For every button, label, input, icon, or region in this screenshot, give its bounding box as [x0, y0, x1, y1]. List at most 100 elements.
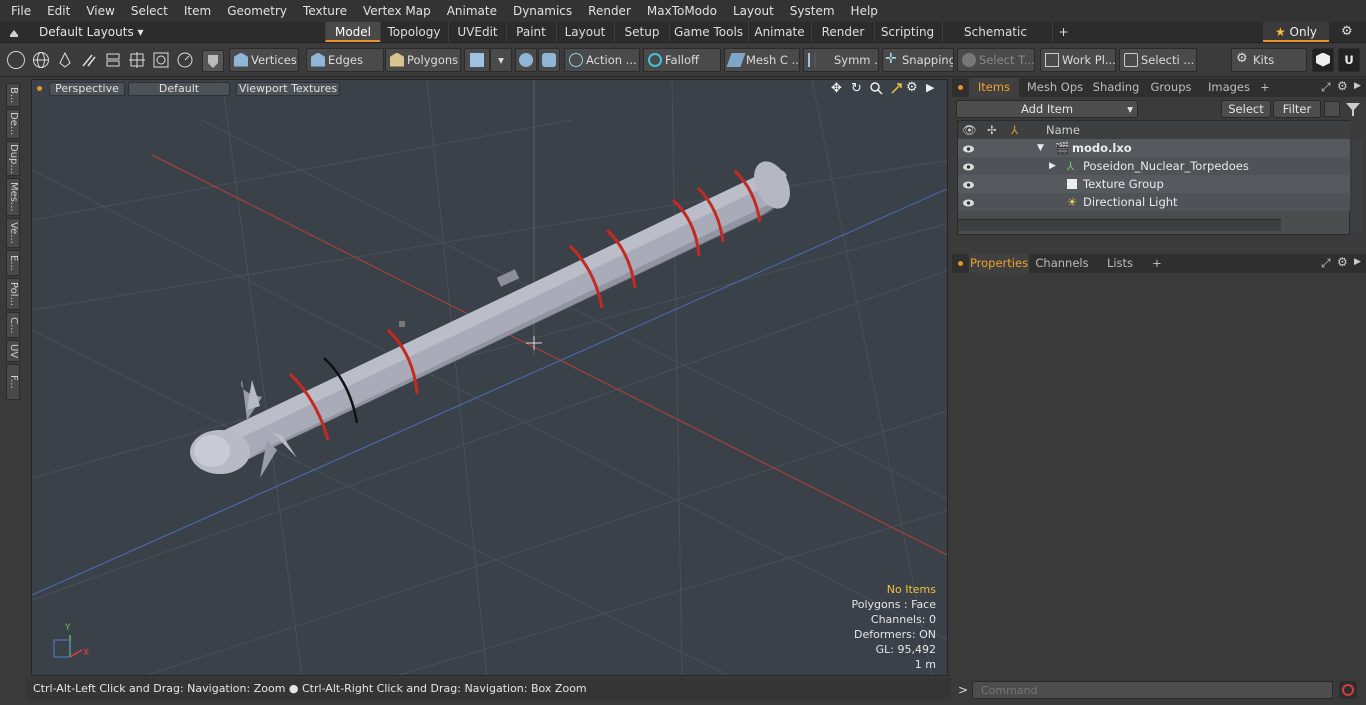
menu-view[interactable]: View [78, 4, 122, 18]
expand-arrow-icon[interactable]: ▼ [1037, 139, 1044, 157]
props-gear-icon[interactable]: ⚙ [1337, 255, 1348, 269]
select-circle-icon[interactable] [7, 51, 25, 69]
panel-tab-items[interactable]: Items [969, 78, 1019, 97]
filter-button[interactable]: Filter [1273, 100, 1321, 118]
left-tab-0[interactable]: B... [6, 83, 20, 107]
command-input[interactable] [972, 681, 1333, 699]
zoom-icon[interactable] [870, 82, 883, 95]
menu-edit[interactable]: Edit [39, 4, 78, 18]
menu-system[interactable]: System [782, 4, 843, 18]
left-tab-4[interactable]: Ve... [6, 218, 20, 248]
visibility-eye-icon[interactable] [962, 178, 975, 190]
3d-viewport[interactable]: Y X Perspective Default Viewport Texture… [31, 79, 948, 676]
unity-button[interactable] [1312, 48, 1334, 72]
menu-geometry[interactable]: Geometry [219, 4, 295, 18]
props-tab-properties[interactable]: Properties [969, 254, 1029, 273]
viewport-menu-dot-icon[interactable] [37, 86, 42, 91]
gear-icon[interactable]: ⚙ [1341, 25, 1355, 39]
item-list-scrollbar[interactable] [958, 219, 1281, 231]
unreal-button[interactable]: U [1338, 48, 1360, 72]
menu-item[interactable]: Item [176, 4, 219, 18]
panel-tab-groups[interactable]: Groups [1146, 78, 1196, 97]
left-tab-9[interactable]: F... [6, 364, 20, 400]
item-row[interactable]: Texture Group [958, 175, 1350, 193]
panel-gear-icon[interactable]: ⚙ [1337, 79, 1348, 93]
left-tab-5[interactable]: E... [6, 250, 20, 276]
polygons-button[interactable]: Polygons [385, 48, 461, 72]
tab-animate[interactable]: Animate [748, 22, 810, 42]
pen-tool-icon[interactable] [56, 51, 74, 69]
align-icon[interactable] [104, 51, 122, 69]
tab-topology[interactable]: Topology [380, 22, 447, 42]
material-mode-button[interactable] [464, 48, 490, 72]
tab-game-tools[interactable]: Game Tools [669, 22, 747, 42]
left-tab-1[interactable]: De... [6, 109, 20, 139]
clock-icon[interactable] [176, 51, 194, 69]
pan-icon[interactable]: ✥ [831, 81, 842, 96]
collapse-arrow-icon[interactable]: ▶ [1049, 157, 1056, 175]
tab-layout[interactable]: Layout [556, 22, 613, 42]
only-toggle[interactable]: ★ Only [1263, 22, 1329, 42]
shield-mode-icon[interactable] [202, 50, 224, 72]
item-list-vscroll[interactable] [1352, 139, 1362, 231]
frame-icon[interactable] [152, 51, 170, 69]
items-panel-menu-icon[interactable] [958, 85, 963, 90]
layout-menu-icon[interactable] [8, 26, 20, 38]
layouts-dropdown[interactable]: Default Layouts ▾ [39, 25, 144, 39]
visibility-eye-icon[interactable] [962, 160, 975, 172]
menu-help[interactable]: Help [843, 4, 886, 18]
panel-arrow-icon[interactable]: ▶ [1354, 81, 1361, 91]
left-tab-6[interactable]: Pol... [6, 278, 20, 310]
viewport-gear-icon[interactable]: ⚙ [906, 80, 918, 95]
falloff-button[interactable]: Falloff [643, 48, 721, 72]
action-center-button[interactable]: Action ... [564, 48, 640, 72]
snapping-button[interactable]: ✛ Snapping [882, 48, 954, 72]
add-item-dropdown[interactable]: Add Item ▾ [956, 100, 1138, 118]
vertices-button[interactable]: Vertices [229, 48, 299, 72]
menu-maxtomodo[interactable]: MaxToModo [639, 4, 725, 18]
props-panel-menu-icon[interactable] [958, 261, 963, 266]
edges-button[interactable]: Edges [306, 48, 384, 72]
tab-render[interactable]: Render [811, 22, 874, 42]
funnel-icon[interactable] [1345, 101, 1361, 117]
tab-model[interactable]: Model [325, 22, 380, 42]
perspective-button[interactable]: Perspective [49, 82, 125, 96]
visibility-eye-icon[interactable] [962, 142, 975, 154]
left-tab-8[interactable]: UV [6, 340, 20, 362]
brush-icon[interactable] [80, 51, 98, 69]
tab-scripting[interactable]: Scripting [874, 22, 940, 42]
menu-file[interactable]: File [0, 4, 39, 18]
left-tab-7[interactable]: C... [6, 312, 20, 338]
grid-snap-icon[interactable] [128, 51, 146, 69]
add-panel-tab-button[interactable]: + [1258, 78, 1272, 97]
menu-select[interactable]: Select [123, 4, 176, 18]
selection-button[interactable]: Selecti ... [1119, 48, 1197, 72]
mesh-constraint-button[interactable]: Mesh C ... [724, 48, 800, 72]
menu-vertex-map[interactable]: Vertex Map [355, 4, 439, 18]
item-row[interactable]: ▼ 🎬 modo.lxo [958, 139, 1350, 157]
menu-render[interactable]: Render [580, 4, 639, 18]
rotate-icon[interactable]: ↻ [851, 81, 862, 96]
shading-default-button[interactable]: Default [128, 82, 230, 96]
add-props-tab-button[interactable]: + [1150, 254, 1164, 273]
record-button[interactable] [1339, 681, 1357, 699]
material-dropdown-button[interactable]: ▾ [490, 48, 512, 72]
viewport-arrow-icon[interactable]: ▶ [926, 81, 934, 94]
globe-icon[interactable] [32, 51, 50, 69]
item-row[interactable]: ☀ Directional Light [958, 193, 1350, 211]
select-button[interactable]: Select [1221, 100, 1271, 118]
select-through-button[interactable]: Select T... [957, 48, 1035, 72]
falloff-shield-button[interactable] [515, 48, 537, 72]
tab-schematic-fusion[interactable]: Schematic Fusion [942, 22, 1048, 59]
tab-setup[interactable]: Setup [614, 22, 669, 42]
left-tab-3[interactable]: Mes... [6, 178, 20, 216]
props-arrow-icon[interactable]: ▶ [1354, 257, 1361, 267]
tab-uvedit[interactable]: UVEdit [448, 22, 506, 42]
props-tab-lists[interactable]: Lists [1095, 254, 1145, 273]
panel-tab-mesh-ops[interactable]: Mesh Ops [1024, 78, 1086, 97]
item-row[interactable]: ▶ ⅄ Poseidon_Nuclear_Torpedoes [958, 157, 1350, 175]
visibility-eye-icon[interactable] [962, 196, 975, 208]
panel-tab-images[interactable]: Images [1202, 78, 1256, 97]
panel-expand-icon[interactable]: ⤢ [1321, 80, 1331, 95]
menu-dynamics[interactable]: Dynamics [505, 4, 580, 18]
